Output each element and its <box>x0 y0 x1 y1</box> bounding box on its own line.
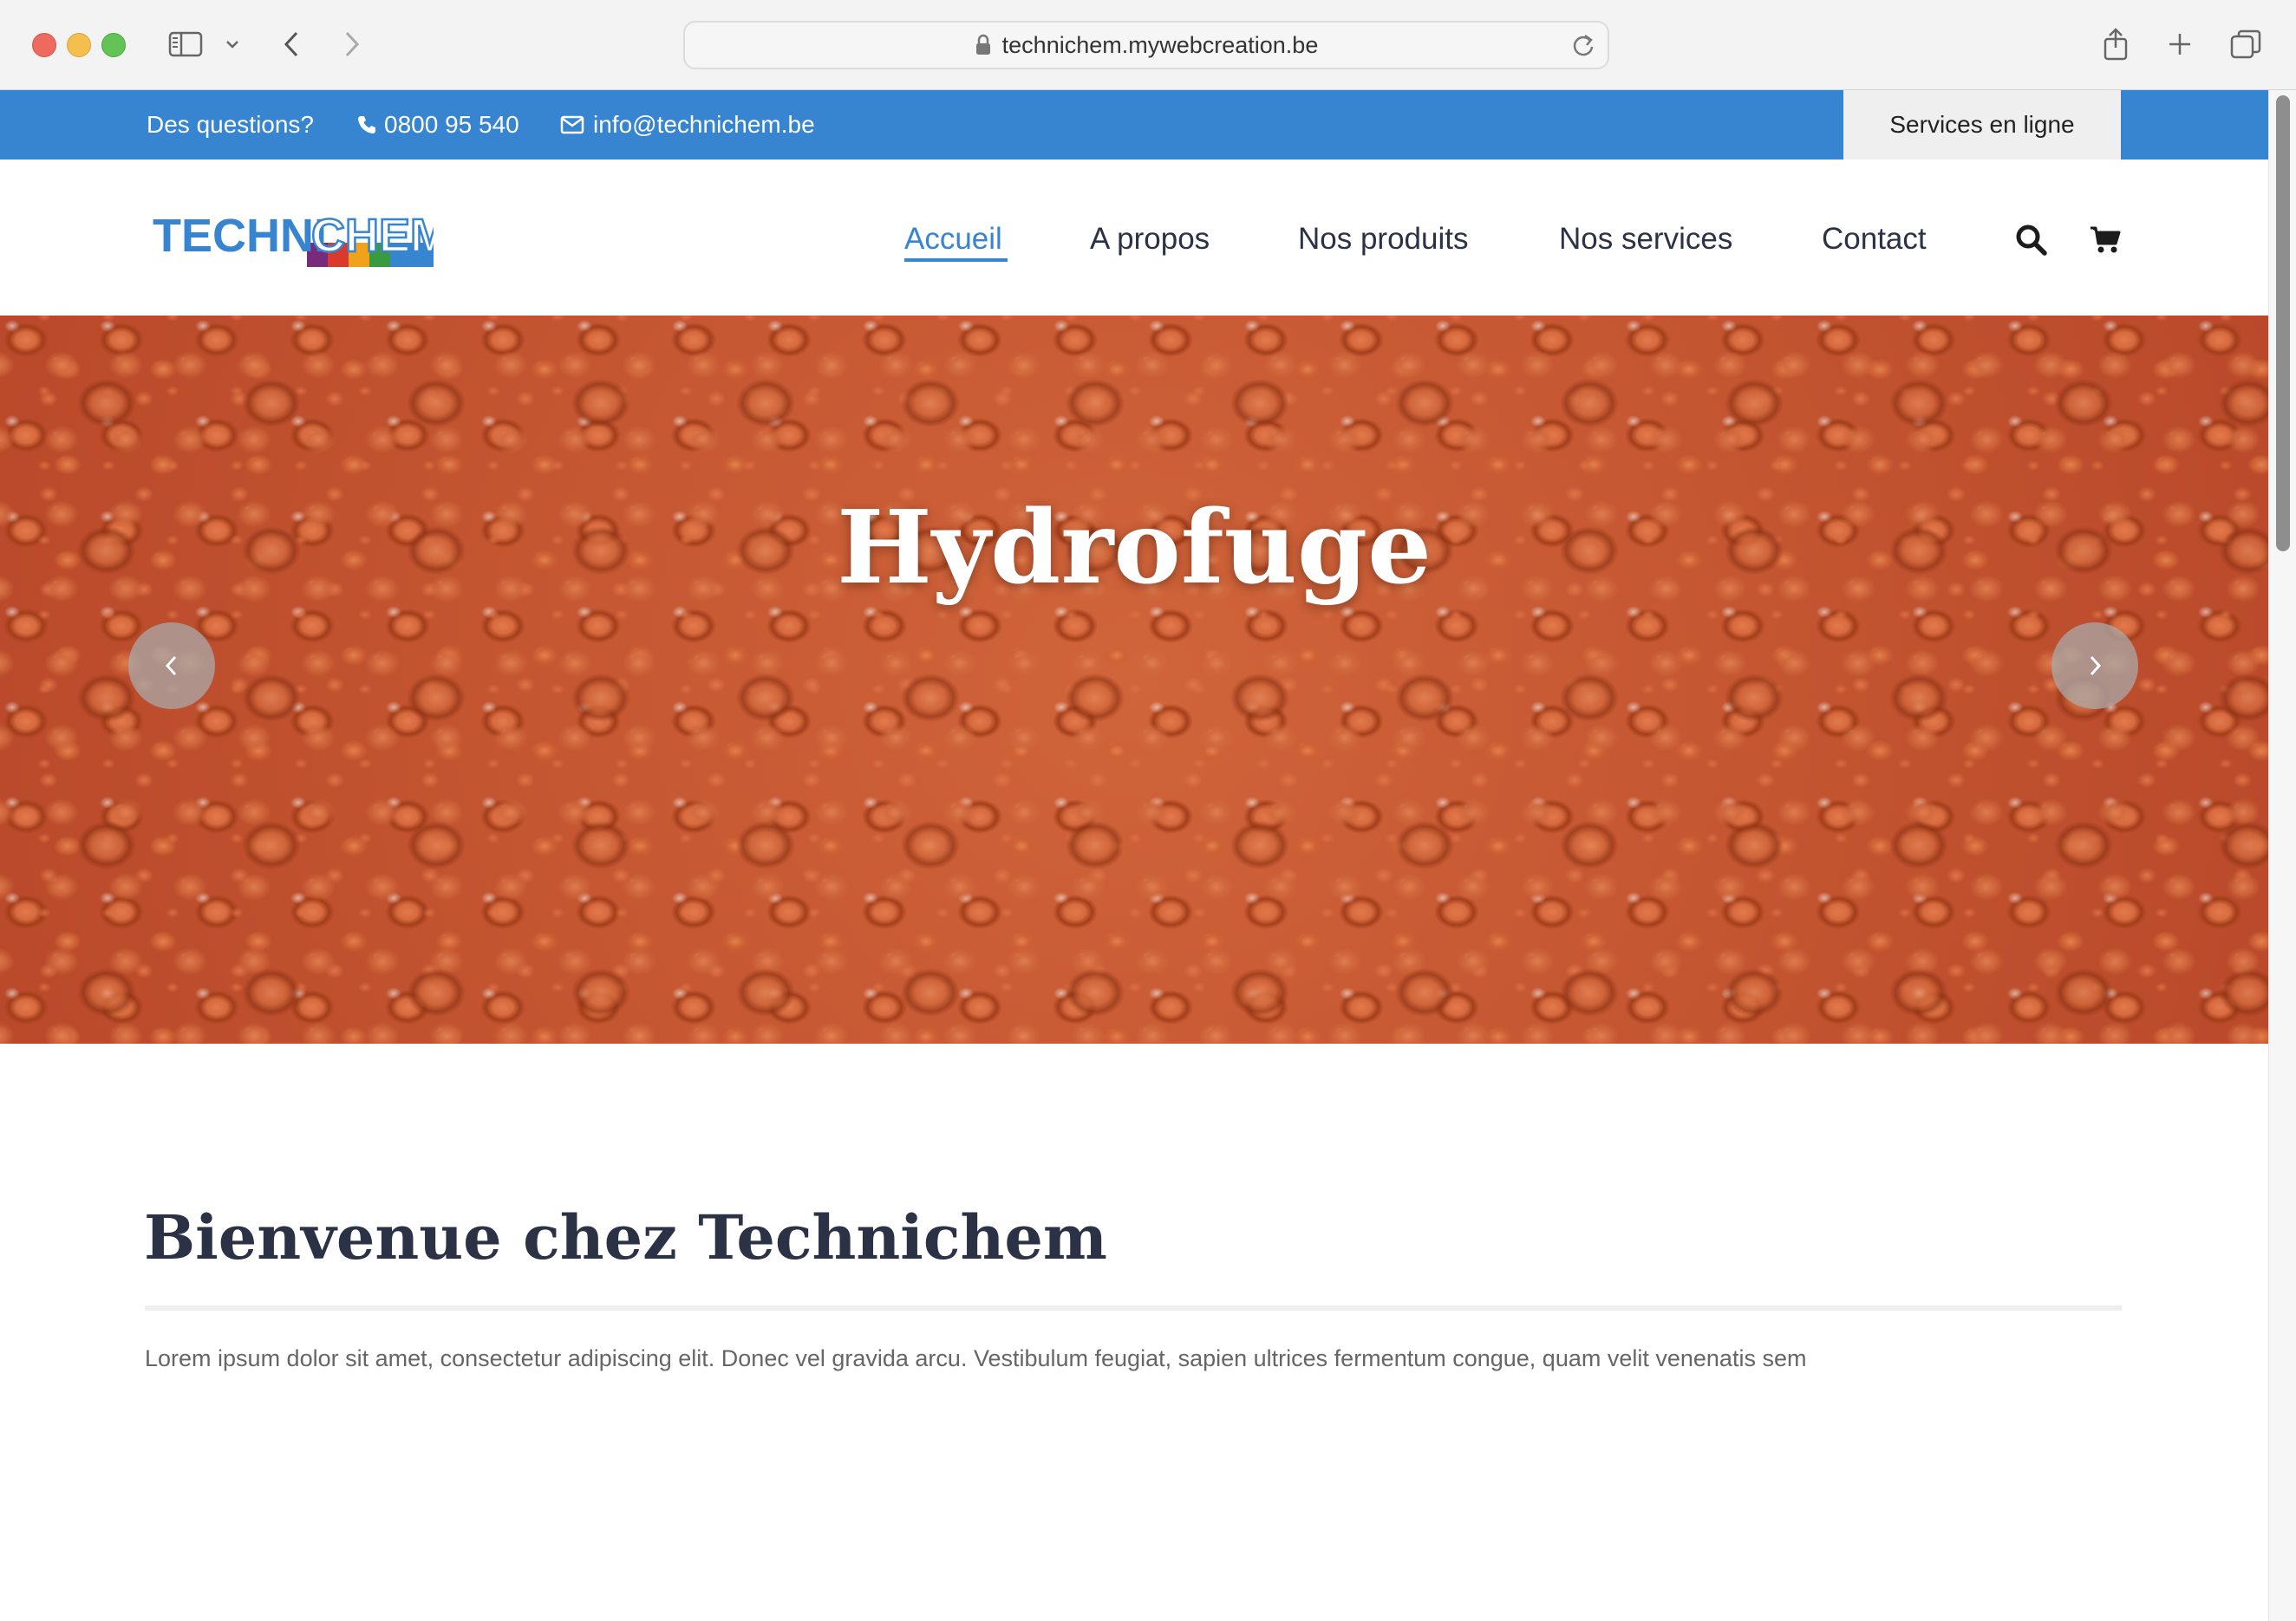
slider-prev-button[interactable] <box>128 622 215 709</box>
site-header: TECHNI CHEM Accueil A propos Nos produit… <box>0 159 2268 316</box>
email-address: info@technichem.be <box>593 111 815 138</box>
chevron-down-icon <box>226 41 238 49</box>
maximize-window-button[interactable] <box>101 33 126 57</box>
chevron-right-icon <box>2090 655 2102 676</box>
nav-a-propos[interactable]: A propos <box>1090 222 1210 257</box>
questions-label: Des questions? <box>147 111 315 138</box>
envelope-icon <box>560 115 584 134</box>
forward-button[interactable] <box>335 23 369 66</box>
phone-link[interactable]: 0800 95 540 <box>356 90 519 159</box>
nav-accueil[interactable]: Accueil <box>904 222 1002 257</box>
water-droplets-texture-large <box>0 316 2268 1044</box>
search-icon <box>2016 225 2047 256</box>
hero-title: Hydrofuge <box>837 489 1432 607</box>
page-scrollbar[interactable] <box>2268 90 2296 1621</box>
nav-active-underline <box>904 258 1008 262</box>
share-icon <box>2104 28 2128 61</box>
address-url: technichem.mywebcreation.be <box>1001 31 1319 58</box>
nav-nos-produits[interactable]: Nos produits <box>1298 222 1468 257</box>
email-link[interactable]: info@technichem.be <box>560 90 815 159</box>
logo-text-techni: TECHNI <box>153 210 327 262</box>
share-button[interactable] <box>2098 23 2133 66</box>
online-services-button[interactable]: Services en ligne <box>1843 90 2121 159</box>
cart-button[interactable] <box>2090 225 2121 259</box>
hero-slider: Hydrofuge <box>0 316 2268 1044</box>
section-divider <box>145 1305 2122 1311</box>
tabs-overview-icon <box>2230 29 2261 59</box>
phone-icon <box>358 116 375 133</box>
sidebar-icon <box>168 31 203 57</box>
chevron-left-icon <box>284 31 298 57</box>
address-bar[interactable]: technichem.mywebcreation.be <box>683 21 1609 69</box>
reload-icon[interactable] <box>1571 33 1595 63</box>
tab-group-dropdown[interactable] <box>222 23 243 66</box>
close-window-button[interactable] <box>32 33 56 57</box>
slider-next-button[interactable] <box>2051 622 2138 709</box>
logo-text-chem: CHEM <box>311 210 434 262</box>
nav-contact[interactable]: Contact <box>1822 222 1927 257</box>
lock-icon <box>975 34 992 56</box>
nav-nos-services[interactable]: Nos services <box>1559 222 1732 257</box>
back-button[interactable] <box>274 23 309 66</box>
plus-icon <box>2169 34 2190 55</box>
intro-paragraph: Lorem ipsum dolor sit amet, consectetur … <box>145 1345 1807 1371</box>
sidebar-toggle-button[interactable] <box>166 23 205 66</box>
phone-number: 0800 95 540 <box>384 111 519 138</box>
cart-icon <box>2091 226 2121 253</box>
scrollbar-thumb[interactable] <box>2276 95 2290 551</box>
chevron-left-icon <box>165 655 177 676</box>
minimize-window-button[interactable] <box>67 33 91 57</box>
new-tab-button[interactable] <box>2162 23 2197 66</box>
technichem-logo[interactable]: TECHNI CHEM <box>153 203 450 274</box>
search-button[interactable] <box>2015 224 2048 261</box>
welcome-heading: Bienvenue chez Technichem <box>144 1201 1107 1273</box>
chevron-right-icon <box>345 31 360 57</box>
tab-overview-button[interactable] <box>2227 23 2265 66</box>
browser-toolbar: technichem.mywebcreation.be <box>0 0 2296 90</box>
